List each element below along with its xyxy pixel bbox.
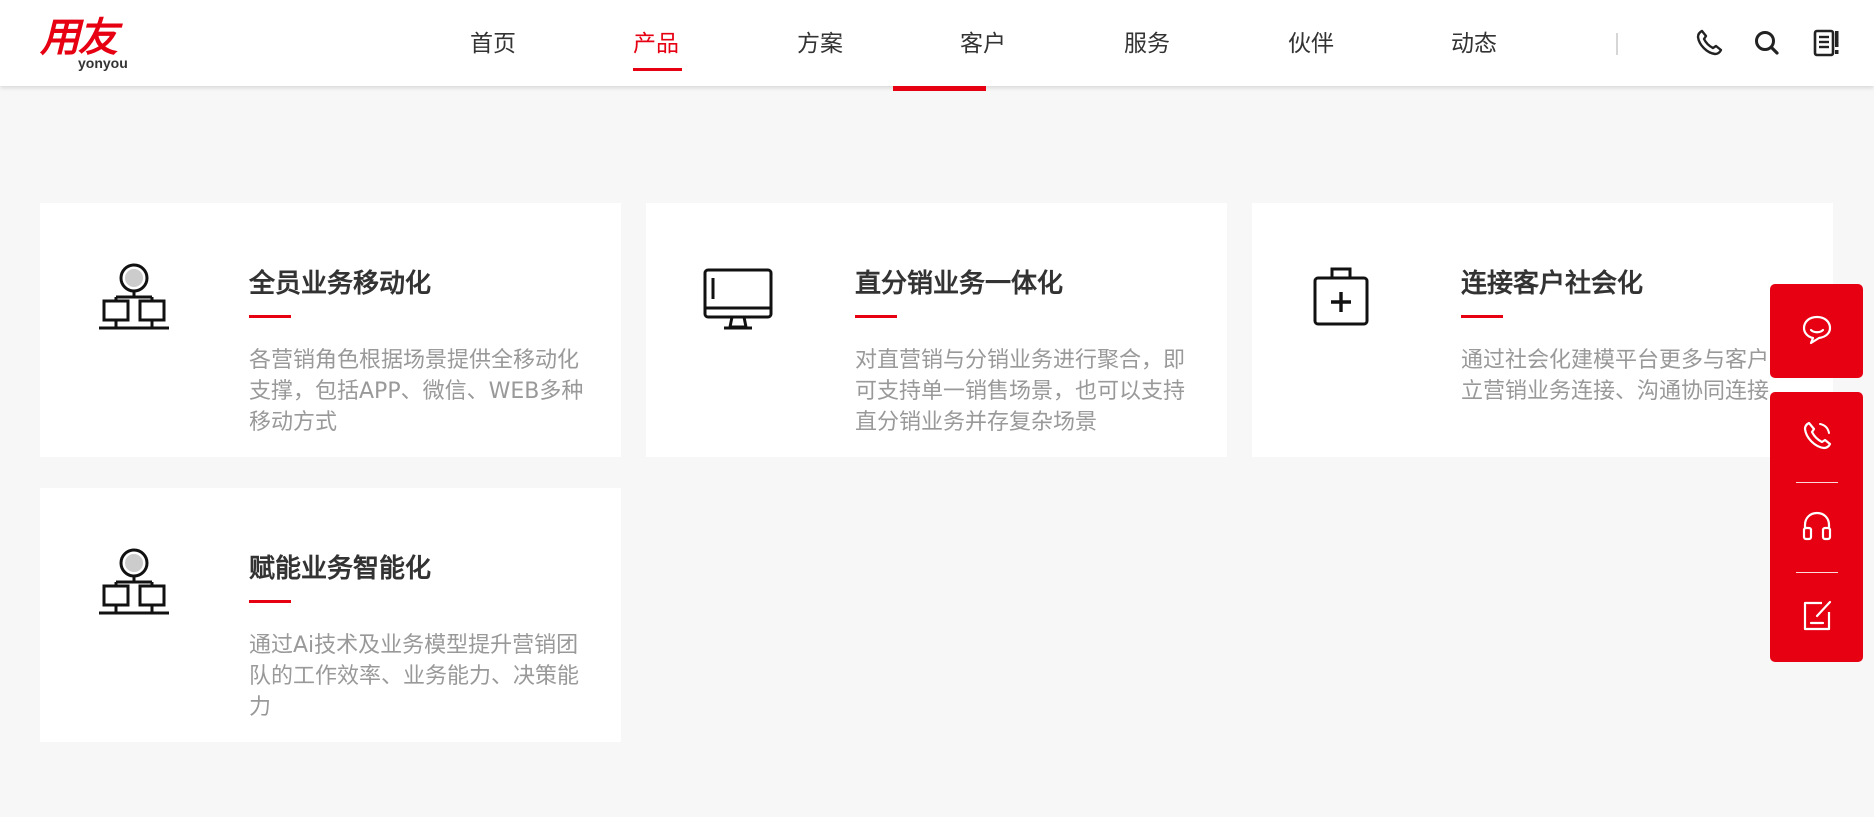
card-title-rule bbox=[1461, 315, 1503, 318]
customer-service-button[interactable] bbox=[1770, 487, 1863, 567]
feature-card-social[interactable]: 连接客户社会化 通过社会化建模平台更多与客户建立营销业务连接、沟通协同连接 bbox=[1252, 203, 1833, 457]
side-contact-box bbox=[1770, 392, 1863, 662]
medical-kit-icon bbox=[1308, 261, 1384, 337]
nav-item-services[interactable]: 服务 bbox=[1124, 28, 1170, 60]
logo-subtext: yonyou bbox=[78, 55, 128, 71]
phone-icon[interactable] bbox=[1694, 28, 1724, 58]
side-chat-box bbox=[1770, 284, 1863, 378]
card-description: 对直营销与分销业务进行聚合，即可支持单一销售场景，也可以支持直分销业务并存复杂场… bbox=[855, 348, 1186, 435]
nav-divider bbox=[1616, 33, 1618, 55]
nav-hover-indicator bbox=[893, 86, 986, 91]
network-icon bbox=[96, 546, 172, 622]
online-chat-button[interactable] bbox=[1770, 290, 1863, 370]
document-icon[interactable] bbox=[1811, 28, 1841, 58]
feature-card-distribution[interactable]: 直分销业务一体化 对直营销与分销业务进行聚合，即可支持单一销售场景，也可以支持直… bbox=[646, 203, 1227, 457]
card-description: 通过Ai技术及业务模型提升营销团队的工作效率、业务能力、决策能力 bbox=[249, 633, 580, 720]
nav-item-solutions[interactable]: 方案 bbox=[797, 28, 843, 60]
card-title-rule bbox=[855, 315, 897, 318]
card-title: 连接客户社会化 bbox=[1461, 269, 1644, 299]
monitor-icon bbox=[702, 261, 778, 337]
feature-card-intelligence[interactable]: 赋能业务智能化 通过Ai技术及业务模型提升营销团队的工作效率、业务能力、决策能力 bbox=[40, 488, 621, 742]
card-description: 各营销角色根据场景提供全移动化支撑，包括APP、微信、WEB多种移动方式 bbox=[249, 348, 584, 435]
nav-item-partners[interactable]: 伙伴 bbox=[1288, 28, 1334, 60]
toolbar-separator bbox=[1796, 482, 1838, 483]
card-title: 直分销业务一体化 bbox=[855, 269, 1064, 299]
nav-item-products[interactable]: 产品 bbox=[633, 28, 679, 60]
edit-icon bbox=[1803, 600, 1832, 631]
nav-item-news[interactable]: 动态 bbox=[1451, 28, 1497, 60]
card-title: 全员业务移动化 bbox=[249, 269, 432, 299]
network-icon bbox=[96, 261, 172, 337]
card-title-rule bbox=[249, 600, 291, 603]
call-button[interactable] bbox=[1770, 397, 1863, 477]
card-title-rule bbox=[249, 315, 291, 318]
toolbar-separator bbox=[1796, 572, 1838, 573]
search-icon[interactable] bbox=[1752, 28, 1782, 58]
yonyou-logo[interactable]: 用友 yonyou bbox=[40, 14, 132, 72]
feedback-button[interactable] bbox=[1770, 577, 1863, 657]
headset-icon bbox=[1802, 511, 1832, 541]
top-navigation-bar: 用友 yonyou 首页 产品 方案 客户 服务 伙伴 动态 bbox=[0, 0, 1874, 86]
chat-icon bbox=[1802, 315, 1832, 345]
nav-item-customers[interactable]: 客户 bbox=[960, 28, 1006, 60]
card-description: 通过社会化建模平台更多与客户建立营销业务连接、沟通协同连接 bbox=[1461, 348, 1792, 404]
active-nav-underline bbox=[633, 68, 682, 71]
nav-item-home[interactable]: 首页 bbox=[470, 28, 516, 60]
card-title: 赋能业务智能化 bbox=[249, 554, 432, 584]
feature-card-mobility[interactable]: 全员业务移动化 各营销角色根据场景提供全移动化支撑，包括APP、微信、WEB多种… bbox=[40, 203, 621, 457]
phone-icon bbox=[1803, 421, 1832, 450]
